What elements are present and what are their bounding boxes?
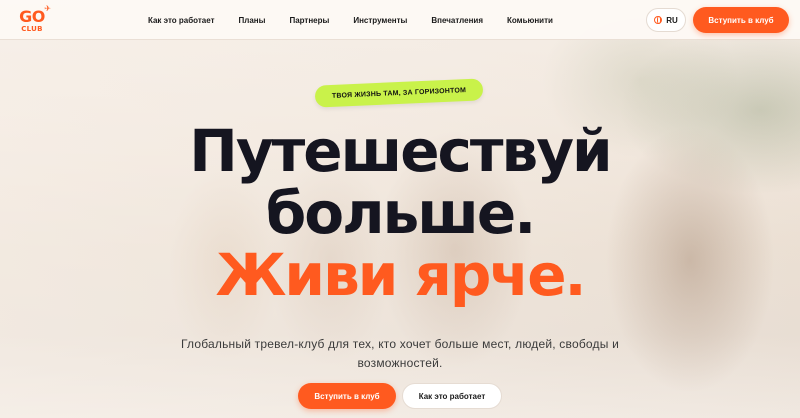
logo-text-go: GO (19, 7, 45, 26)
nav-item-tools[interactable]: Инструменты (353, 16, 407, 25)
hero-headline: Путешествуй больше. Живи ярче. (0, 120, 800, 306)
headline-line-travel: Путешествуй (189, 117, 612, 185)
plane-icon: ✈ (44, 4, 51, 13)
headline-line-more: больше. (265, 179, 536, 247)
logo-text-club: CLUB (21, 25, 43, 33)
nav-item-plans[interactable]: Планы (238, 16, 265, 25)
nav-item-community[interactable]: Комьюнити (507, 16, 553, 25)
language-selector[interactable]: RU (646, 8, 686, 32)
main-nav: Как это работает Планы Партнеры Инструме… (148, 0, 577, 40)
hero-cta-row: Вступить в клуб Как это работает (0, 383, 800, 409)
site-header: ✈ GO CLUB Как это работает Планы Партнер… (0, 0, 800, 40)
how-it-works-button[interactable]: Как это работает (402, 383, 502, 409)
nav-item-partners[interactable]: Партнеры (289, 16, 329, 25)
globe-icon (654, 16, 663, 24)
nav-item-experiences[interactable]: Впечатления (431, 16, 483, 25)
go-club-logo[interactable]: ✈ GO CLUB (12, 3, 52, 39)
join-club-header-button[interactable]: Вступить в клуб (693, 7, 789, 33)
hero-subtitle: Глобальный тревел-клуб для тех, кто хоче… (181, 337, 619, 370)
nav-item-how-it-works[interactable]: Как это работает (148, 16, 214, 25)
language-label: RU (666, 15, 678, 25)
headline-line-live-brighter: Живи ярче. (215, 241, 586, 309)
join-club-button[interactable]: Вступить в клуб (298, 383, 396, 409)
